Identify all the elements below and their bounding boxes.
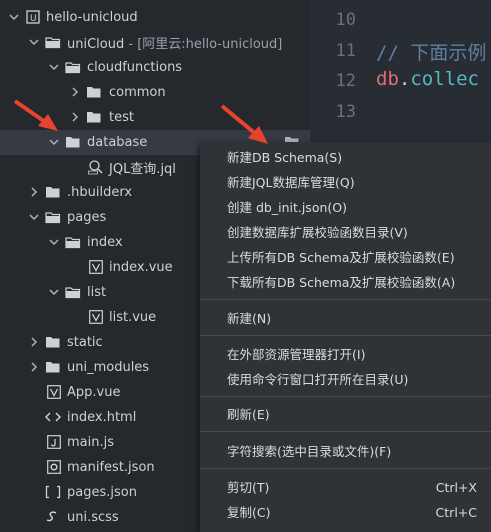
annotation-arrow-icon: [13, 99, 58, 131]
annotation-arrow-icon: [220, 104, 268, 144]
annotation-arrows: [13, 99, 268, 144]
